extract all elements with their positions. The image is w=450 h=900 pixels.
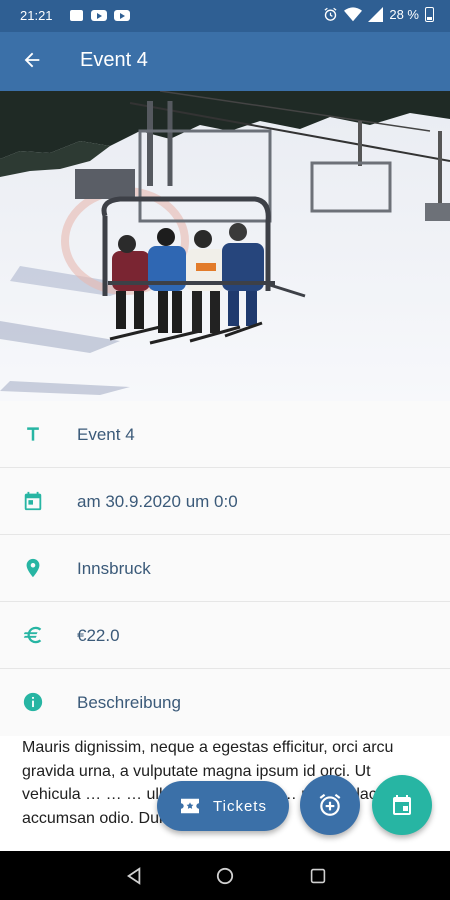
location-pin-icon	[21, 556, 45, 580]
event-name: Event 4	[77, 425, 135, 444]
nav-recents-button[interactable]	[306, 864, 330, 888]
add-to-calendar-button[interactable]	[372, 775, 432, 835]
detail-row-location: Innsbruck	[0, 535, 450, 602]
event-location: Innsbruck	[77, 559, 151, 578]
detail-row-date: am 30.9.2020 um 0:0	[0, 468, 450, 535]
event-details-list: Event 4 am 30.9.2020 um 0:0 Innsbruck €2…	[0, 401, 450, 736]
detail-row-price: €22.0	[0, 602, 450, 669]
description-heading: Beschreibung	[77, 693, 181, 712]
nav-home-button[interactable]	[213, 864, 237, 888]
tickets-label: Tickets	[213, 797, 267, 815]
system-navigation-bar	[0, 851, 450, 900]
youtube-notification-icon	[91, 10, 107, 21]
status-time: 21:21	[20, 8, 53, 23]
page-title: Event 4	[80, 49, 148, 71]
app-bar: Event 4	[0, 32, 450, 91]
battery-icon	[425, 7, 434, 22]
youtube-notification-icon-2	[114, 10, 130, 21]
euro-icon	[21, 623, 45, 647]
status-bar: 21:21 28 %	[0, 0, 450, 32]
tickets-button[interactable]: Tickets	[157, 781, 289, 831]
ticket-icon	[181, 798, 200, 814]
ski-lift-illustration	[0, 91, 450, 401]
title-icon	[21, 422, 45, 446]
add-reminder-button[interactable]	[300, 775, 360, 835]
event-icon	[393, 795, 411, 815]
info-icon	[21, 690, 45, 714]
triangle-back-icon	[126, 867, 141, 885]
calendar-icon	[21, 489, 45, 513]
event-datetime: am 30.9.2020 um 0:0	[77, 492, 238, 511]
battery-percent: 28 %	[389, 7, 419, 22]
status-right-group: 28 %	[323, 7, 434, 22]
event-price: €22.0	[77, 626, 120, 645]
circle-home-icon	[216, 867, 234, 885]
back-button[interactable]	[18, 46, 46, 74]
square-recents-icon	[310, 868, 326, 884]
nav-back-button[interactable]	[122, 864, 146, 888]
arrow-back-icon	[24, 52, 40, 68]
alarm-clock-icon	[324, 7, 337, 21]
signal-icon	[368, 7, 384, 22]
detail-row-description: Beschreibung	[0, 669, 450, 736]
event-hero-image	[0, 91, 450, 401]
wifi-icon	[344, 7, 363, 22]
alarm-add-icon	[319, 793, 341, 816]
notification-square-icon	[70, 10, 83, 21]
detail-row-name: Event 4	[0, 401, 450, 468]
